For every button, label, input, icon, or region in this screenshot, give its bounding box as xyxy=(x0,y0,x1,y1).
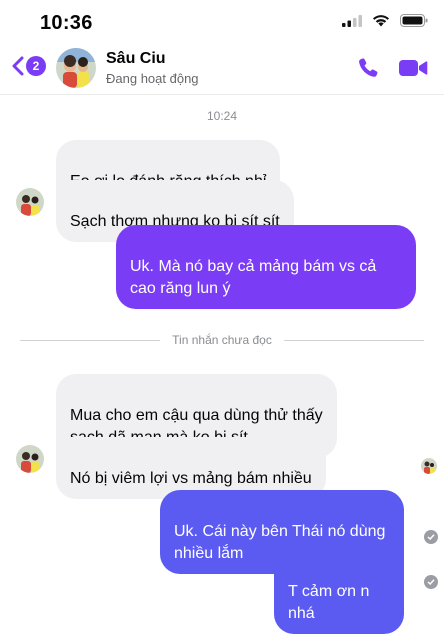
status-bar: 10:36 xyxy=(0,0,444,40)
chat-header: 2 Sâu Ciu Đang hoạt động xyxy=(0,42,444,95)
message-bubble-outgoing[interactable]: Uk. Mà nó bay cả mảng bám vs cả cao răng… xyxy=(116,225,416,309)
sender-avatar-image xyxy=(16,445,44,473)
divider-line xyxy=(20,339,161,341)
wifi-icon xyxy=(373,15,389,27)
unread-divider: Tin nhắn chưa đọc xyxy=(20,330,424,350)
unread-count-badge: 2 xyxy=(26,56,46,76)
delivered-check-icon xyxy=(424,530,438,544)
sender-avatar-image xyxy=(16,188,44,216)
sender-avatar[interactable] xyxy=(16,188,44,216)
message-text: Nó bị viêm lợi vs mảng bám nhiều xyxy=(70,470,312,487)
status-time: 10:36 xyxy=(40,12,93,34)
message-bubble-outgoing[interactable]: T cảm ơn n nhá xyxy=(274,550,404,634)
contact-name[interactable]: Sâu Ciu xyxy=(106,50,166,68)
read-receipt-avatar xyxy=(421,458,437,474)
phone-icon[interactable] xyxy=(356,56,380,80)
signal-icon xyxy=(342,14,362,27)
divider-line xyxy=(283,339,424,341)
chevron-left-icon xyxy=(12,56,24,76)
avatar-image xyxy=(56,48,96,88)
message-text: T cảm ơn n nhá xyxy=(288,583,370,622)
back-button[interactable]: 2 xyxy=(12,56,46,76)
sender-avatar[interactable] xyxy=(16,445,44,473)
status-icons xyxy=(342,14,428,27)
delivered-check-icon xyxy=(424,575,438,589)
battery-icon xyxy=(400,14,428,27)
video-call-icon[interactable] xyxy=(398,58,428,78)
read-receipt-avatar-image xyxy=(421,458,437,474)
avatar[interactable] xyxy=(56,48,96,88)
unread-divider-label: Tin nhắn chưa đọc xyxy=(172,333,272,347)
message-text: Uk. Mà nó bay cả mảng bám vs cả cao răng… xyxy=(130,258,377,297)
contact-status: Đang hoạt động xyxy=(106,71,199,86)
message-timestamp: 10:24 xyxy=(206,109,238,123)
